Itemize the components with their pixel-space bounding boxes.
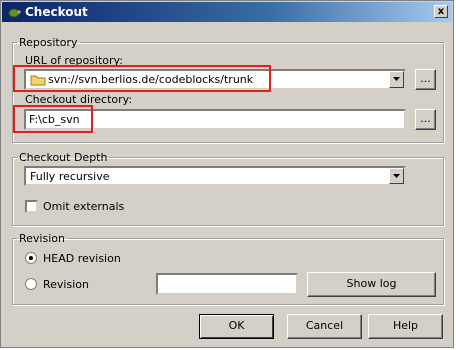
revision-input[interactable] [156,273,298,295]
url-browse-button[interactable]: ... [415,69,436,90]
help-button[interactable]: Help [368,314,443,339]
close-button[interactable]: x [434,5,448,18]
depth-legend: Checkout Depth [19,151,108,164]
title-bar[interactable]: Checkout x [2,2,452,22]
repository-legend: Repository [19,36,78,49]
window-title: Checkout [25,5,88,19]
url-highlight-box [13,65,271,92]
depth-group: Checkout Depth [12,151,444,226]
omit-externals-label: Omit externals [43,200,125,213]
show-log-button[interactable]: Show log [307,272,436,297]
dir-highlight-box [13,105,93,133]
depth-combobox[interactable]: Fully recursive [24,166,406,186]
omit-externals-checkbox[interactable] [25,200,38,213]
chevron-down-icon [393,174,400,178]
chevron-down-icon [393,77,400,81]
depth-selected: Fully recursive [30,170,110,183]
ok-button[interactable]: OK [199,314,274,339]
head-revision-label: HEAD revision [43,252,121,265]
checkout-dialog: Checkout x Repository URL of repository:… [0,0,454,348]
url-dropdown-button[interactable] [389,71,404,88]
depth-dropdown-button[interactable] [389,168,404,184]
tortoise-icon [8,8,21,18]
revision-radio[interactable] [25,278,37,290]
radio-selected-dot [29,256,33,260]
revision-label: Revision [43,278,89,291]
revision-legend: Revision [19,232,65,245]
head-revision-radio[interactable] [25,252,37,264]
dir-browse-button[interactable]: ... [415,109,436,130]
cancel-button[interactable]: Cancel [287,314,362,339]
